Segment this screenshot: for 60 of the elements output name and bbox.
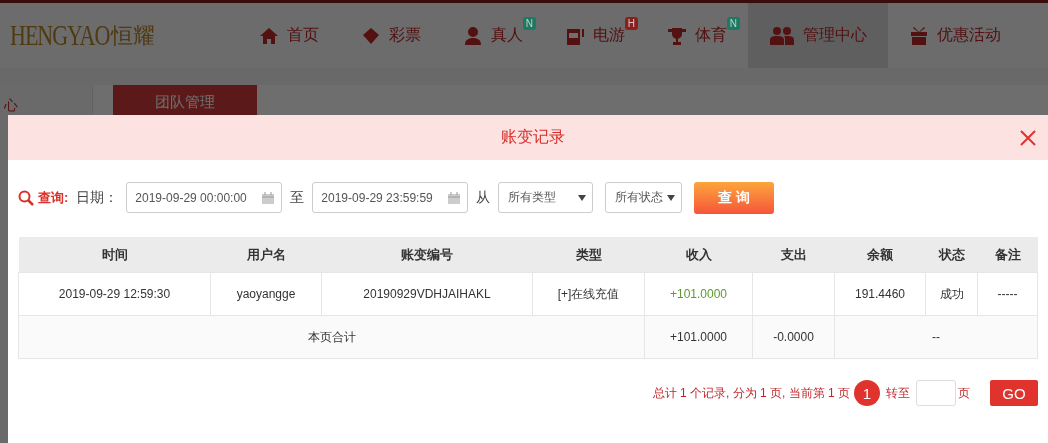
trophy-icon bbox=[667, 25, 687, 46]
column-header: 备注 bbox=[977, 237, 1038, 273]
page-input[interactable] bbox=[916, 380, 956, 406]
column-header: 状态 bbox=[925, 237, 978, 273]
badge: N bbox=[726, 17, 740, 30]
home-icon bbox=[259, 25, 279, 46]
table-cell: 20190929VDHJAIHAKL bbox=[321, 272, 533, 316]
page-button[interactable]: 1 bbox=[854, 380, 880, 406]
date-field[interactable]: 2019-09-29 00:00:00 bbox=[126, 182, 283, 213]
table-cell: -- bbox=[834, 315, 1038, 359]
status-select[interactable]: 所有状态 bbox=[605, 182, 683, 213]
to-label: 至 bbox=[290, 188, 305, 207]
nav-item[interactable]: 体育 N bbox=[646, 3, 748, 68]
search-icon bbox=[18, 189, 34, 206]
person-icon bbox=[463, 25, 483, 46]
nav-item[interactable]: 真人 N bbox=[442, 3, 544, 68]
close-icon[interactable] bbox=[1020, 130, 1036, 146]
nav-item[interactable]: 首页 bbox=[238, 3, 340, 68]
column-header: 时间 bbox=[18, 237, 211, 273]
badge: N bbox=[522, 17, 536, 30]
date-field[interactable]: 2019-09-29 23:59:59 bbox=[312, 182, 469, 213]
page-unit-label: 页 bbox=[958, 384, 970, 402]
table-cell: 成功 bbox=[925, 272, 978, 316]
table-cell: -0.0000 bbox=[752, 315, 835, 359]
column-header: 余额 bbox=[834, 237, 926, 273]
dialog-title: 账变记录 bbox=[501, 127, 565, 147]
column-header: 收入 bbox=[644, 237, 753, 273]
caret-icon bbox=[667, 194, 676, 201]
table-cell: 2019-09-29 12:59:30 bbox=[18, 272, 211, 316]
nav-item[interactable]: 彩票 bbox=[340, 3, 442, 68]
gift-icon bbox=[909, 25, 929, 46]
calendar-icon bbox=[447, 190, 462, 205]
logo: HENGYAO恒耀 bbox=[10, 20, 157, 51]
type-select[interactable]: 所有类型 bbox=[498, 182, 594, 213]
nav-item[interactable]: 管理中心 bbox=[748, 3, 888, 68]
column-header: 用户名 bbox=[210, 237, 322, 273]
table-cell: 191.4460 bbox=[834, 272, 926, 316]
nav-item[interactable]: 优惠活动 bbox=[888, 3, 1022, 68]
people-icon bbox=[769, 25, 795, 46]
column-header: 账变编号 bbox=[321, 237, 533, 273]
query-button[interactable]: 查 询 bbox=[694, 181, 775, 214]
go-button[interactable]: GO bbox=[990, 380, 1038, 406]
table-cell: ----- bbox=[977, 272, 1038, 316]
caret-icon bbox=[578, 194, 587, 201]
table-cell: +101.0000 bbox=[644, 272, 753, 316]
table-cell: yaoyangge bbox=[210, 272, 322, 316]
from-label: 从 bbox=[476, 188, 491, 207]
goto-label: 转至 bbox=[886, 384, 910, 402]
column-header: 类型 bbox=[532, 237, 645, 273]
table-cell: 本页合计 bbox=[18, 315, 645, 359]
badge: H bbox=[624, 17, 638, 30]
table-cell: +101.0000 bbox=[644, 315, 753, 359]
sidebar-item[interactable]: 心 bbox=[4, 97, 92, 115]
query-label: 查询: bbox=[38, 188, 69, 207]
column-header: 支出 bbox=[752, 237, 835, 273]
date-label: 日期： bbox=[76, 188, 119, 207]
table-cell: [+]在线充值 bbox=[532, 272, 645, 316]
pagination-summary: 总计 1 个记录, 分为 1 页, 当前第 1 页 bbox=[652, 384, 850, 402]
calendar-icon bbox=[261, 190, 276, 205]
nav-item[interactable]: 电游 H bbox=[544, 3, 646, 68]
